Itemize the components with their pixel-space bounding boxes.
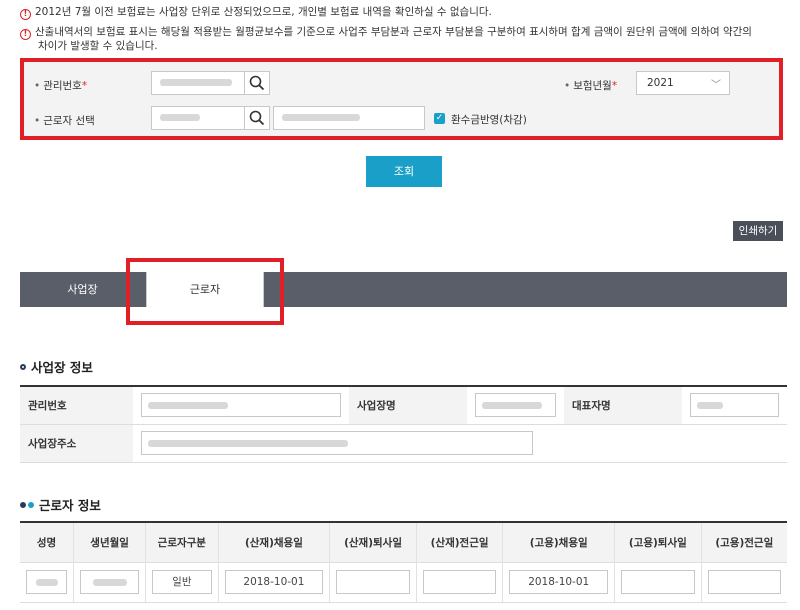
col-type: 근로자구분 bbox=[145, 522, 219, 563]
refund-label: 환수금반영(차감) bbox=[451, 114, 527, 126]
alert-icon: ! bbox=[20, 9, 31, 20]
worker-info-table: 성명 생년월일 근로자구분 (산재)채용일 (산재)퇴사일 (산재)전근일 (고… bbox=[20, 521, 787, 603]
col-ind-transfer: (산재)전근일 bbox=[415, 522, 503, 563]
col-ind-leave: (산재)퇴사일 bbox=[329, 522, 417, 563]
worker-search-button[interactable] bbox=[244, 106, 270, 130]
biz-mgmt-no-field bbox=[141, 393, 341, 418]
notice-1: ! 2012년 7월 이전 보험료는 사업장 단위로 산정되었으므로, 개인별 보… bbox=[20, 6, 492, 20]
bullet-icon bbox=[20, 364, 26, 370]
chevron-down-icon: ﹀ bbox=[711, 80, 721, 91]
biz-address-field bbox=[141, 431, 533, 455]
mgmt-no-search-button[interactable] bbox=[244, 71, 270, 95]
rep-field bbox=[690, 393, 779, 418]
bullet-icon bbox=[20, 502, 26, 508]
search-panel: • 관리번호* • 보험년월* 2021 ﹀ • 근로자 선택 ✓ 환수금반영(차감) bbox=[20, 58, 783, 140]
worker-section-title: 근로자 정보 bbox=[20, 495, 101, 514]
col-emp-hire: (고용)채용일 bbox=[502, 522, 615, 563]
ind-hire-field: 2018-10-01 bbox=[224, 570, 324, 594]
print-button[interactable]: 인쇄하기 bbox=[733, 221, 783, 241]
ind-leave-field bbox=[336, 570, 410, 594]
notice-1-text: 2012년 7월 이전 보험료는 사업장 단위로 산정되었으므로, 개인별 보험… bbox=[35, 6, 492, 18]
mgmt-no-label: • 관리번호* bbox=[34, 80, 88, 92]
col-emp-transfer: (고용)전근일 bbox=[700, 522, 787, 563]
search-icon bbox=[249, 110, 265, 126]
ind-transfer-field bbox=[422, 570, 497, 594]
tab-highlight bbox=[126, 258, 284, 325]
rep-label: 대표자명 bbox=[564, 386, 682, 425]
biz-section-title: 사업장 정보 bbox=[20, 357, 93, 376]
alert-icon: ! bbox=[20, 29, 31, 40]
biz-name-label: 사업장명 bbox=[349, 386, 467, 425]
worker-input[interactable] bbox=[151, 106, 245, 130]
worker-name-field bbox=[26, 570, 68, 594]
year-value: 2021 bbox=[647, 77, 674, 89]
emp-hire-field: 2018-10-01 bbox=[509, 570, 609, 594]
query-button[interactable]: 조회 bbox=[366, 156, 442, 187]
col-emp-leave: (고용)퇴사일 bbox=[614, 522, 702, 563]
col-ind-hire: (산재)채용일 bbox=[217, 522, 330, 563]
search-icon bbox=[249, 75, 265, 91]
table-row: 일반 2018-10-01 2018-10-01 bbox=[20, 562, 787, 603]
worker-id-field bbox=[273, 106, 425, 130]
notice-2-cont: 차이가 발생할 수 있습니다. bbox=[38, 40, 158, 52]
biz-info-table: 관리번호 사업장명 대표자명 사업장주소 bbox=[20, 385, 787, 463]
bullet-icon bbox=[28, 502, 34, 508]
worker-label: • 근로자 선택 bbox=[34, 115, 95, 127]
emp-transfer-field bbox=[707, 570, 781, 594]
biz-address-label: 사업장주소 bbox=[20, 424, 133, 463]
emp-leave-field bbox=[621, 570, 695, 594]
refund-checkbox[interactable]: ✓ bbox=[434, 113, 445, 124]
year-label: • 보험년월* bbox=[564, 80, 618, 92]
year-select[interactable]: 2021 ﹀ bbox=[636, 71, 730, 95]
col-birth: 생년월일 bbox=[73, 522, 146, 563]
mgmt-no-input[interactable] bbox=[151, 71, 245, 95]
worker-birth-field bbox=[80, 570, 140, 594]
worker-type-field: 일반 bbox=[152, 570, 212, 594]
notice-2-text: 산출내역서의 보험료 표시는 해당월 적용받는 월평균보수를 기준으로 사업주 … bbox=[35, 26, 752, 38]
biz-name-field bbox=[475, 393, 556, 418]
notice-2: ! 산출내역서의 보험료 표시는 해당월 적용받는 월평균보수를 기준으로 사업주… bbox=[20, 26, 790, 53]
biz-mgmt-no-label: 관리번호 bbox=[20, 386, 133, 425]
col-name: 성명 bbox=[20, 522, 74, 563]
